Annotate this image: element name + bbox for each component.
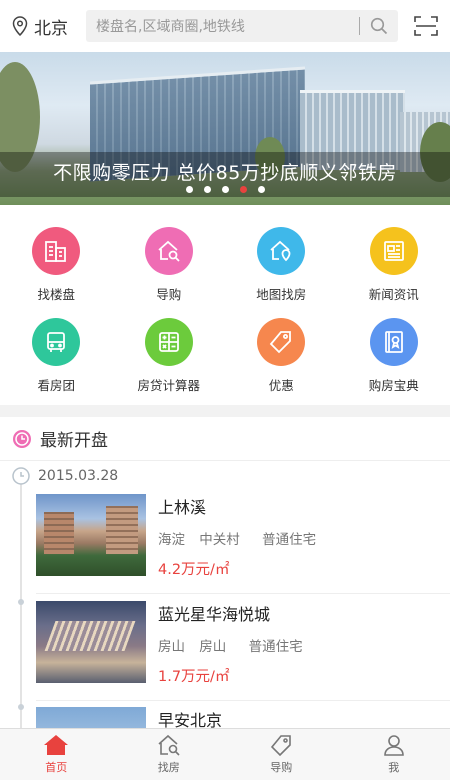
section-title: 最新开盘: [40, 431, 108, 451]
city-selector[interactable]: 北京: [12, 14, 86, 39]
tab-label: 我: [388, 761, 400, 774]
search-placeholder: 楼盘名,区域商圈,地铁线: [96, 19, 245, 35]
search-separator: [359, 17, 360, 35]
listing-name: 蓝光星华海悦城: [158, 605, 271, 624]
listing-area: 中关村: [199, 532, 240, 548]
grid-item-guide[interactable]: 导购: [113, 205, 226, 314]
city-name: 北京: [34, 18, 68, 39]
grid-item-news[interactable]: 新闻资讯: [338, 205, 450, 314]
thumb-building: [44, 512, 74, 554]
tab-guide[interactable]: 导购: [225, 729, 338, 780]
home-icon: [44, 735, 69, 755]
search-icon[interactable]: [368, 15, 390, 37]
listing-thumbnail: [36, 601, 146, 683]
banner-pagination: [0, 186, 450, 193]
grid-item-discount[interactable]: 优惠: [225, 314, 338, 405]
timeline-dot: [18, 704, 24, 710]
top-bar: 北京 楼盘名,区域商圈,地铁线: [0, 0, 450, 52]
bus-icon: [32, 318, 81, 366]
news-icon: [369, 227, 418, 275]
pagination-dot[interactable]: [221, 186, 229, 193]
listing-type: 普通住宅: [248, 639, 303, 655]
thumb-building: [44, 621, 136, 651]
grid-label: 房贷计算器: [137, 378, 200, 393]
user-icon: [383, 735, 404, 756]
building-icon: [32, 227, 81, 275]
grid-item-handbook[interactable]: 购房宝典: [338, 314, 450, 405]
grid-label: 找楼盘: [37, 287, 75, 302]
tab-label: 找房: [157, 761, 180, 774]
tab-me[interactable]: 我: [338, 729, 450, 780]
tab-find-house[interactable]: 找房: [113, 729, 226, 780]
listing-district: 房山: [158, 639, 185, 655]
listing-item[interactable]: 上林溪 海淀 中关村 普通住宅 4.2万元/㎡: [36, 494, 450, 594]
latest-openings-section: 最新开盘 2015.03.28 上林溪 海淀 中关村 普通住宅 4.2万元/㎡ …: [0, 417, 450, 780]
search-input[interactable]: 楼盘名,区域商圈,地铁线: [86, 10, 398, 42]
tag-icon: [271, 735, 292, 756]
listing-price: 1.7万元/㎡: [158, 669, 230, 685]
pagination-dot[interactable]: [185, 186, 193, 193]
date-label: 2015.03.28: [38, 468, 119, 484]
bottom-tab-bar: 首页 找房 导购 我: [0, 728, 450, 780]
listing-info: 蓝光星华海悦城 房山 房山 普通住宅 1.7万元/㎡: [158, 601, 303, 686]
listing-area: 房山: [199, 639, 227, 655]
pagination-dot[interactable]: [257, 186, 265, 193]
timeline-date: 2015.03.28: [12, 467, 118, 485]
clock-icon: [12, 467, 30, 485]
grid-label: 地图找房: [256, 287, 307, 302]
map-home-icon: [257, 227, 306, 275]
listing-item[interactable]: 蓝光星华海悦城 房山 房山 普通住宅 1.7万元/㎡: [36, 601, 450, 701]
listing-type: 普通住宅: [262, 532, 317, 548]
tab-home[interactable]: 首页: [0, 729, 113, 780]
grid-item-tour[interactable]: 看房团: [0, 314, 113, 405]
home-search-icon: [144, 227, 193, 275]
timeline-dot: [18, 599, 24, 605]
thumb-building: [106, 506, 138, 554]
grid-label: 购房宝典: [368, 378, 419, 393]
grid-item-calculator[interactable]: 房贷计算器: [113, 314, 226, 405]
grid-label: 优惠: [268, 378, 294, 393]
book-icon: [369, 318, 418, 366]
find-house-icon: [158, 734, 180, 756]
listing-meta: 房山 房山 普通住宅: [158, 635, 303, 655]
location-pin-icon: [12, 16, 28, 36]
listing-thumbnail: [36, 494, 146, 576]
tab-label: 首页: [45, 761, 68, 774]
section-header: 最新开盘: [0, 417, 450, 461]
grid-label: 看房团: [37, 378, 75, 393]
promo-banner[interactable]: 不限购零压力 总价85万抄底顺义邻铁房: [0, 52, 450, 205]
banner-caption: 不限购零压力 总价85万抄底顺义邻铁房: [53, 162, 397, 184]
tag-icon: [257, 318, 306, 366]
scan-icon: [414, 16, 438, 36]
listing-info: 上林溪 海淀 中关村 普通住宅 4.2万元/㎡: [158, 494, 316, 579]
listing-price: 4.2万元/㎡: [158, 562, 230, 578]
scan-button[interactable]: [398, 15, 438, 37]
calculator-icon: [144, 318, 193, 366]
feature-grid: 找楼盘 导购 地图找房 新闻资讯 看房团 房贷计算器 优惠 购房宝典: [0, 205, 450, 405]
pagination-dot[interactable]: [203, 186, 211, 193]
tab-label: 导购: [270, 761, 293, 774]
listing-district: 海淀: [158, 532, 185, 548]
grid-label: 新闻资讯: [368, 287, 419, 302]
grid-label: 导购: [156, 287, 182, 302]
listing-meta: 海淀 中关村 普通住宅: [158, 528, 316, 548]
clock-icon: [13, 429, 31, 448]
listing-name: 上林溪: [158, 498, 207, 517]
grid-item-map[interactable]: 地图找房: [225, 205, 338, 314]
pagination-dot-active[interactable]: [239, 186, 247, 193]
grid-item-find-building[interactable]: 找楼盘: [0, 205, 113, 314]
